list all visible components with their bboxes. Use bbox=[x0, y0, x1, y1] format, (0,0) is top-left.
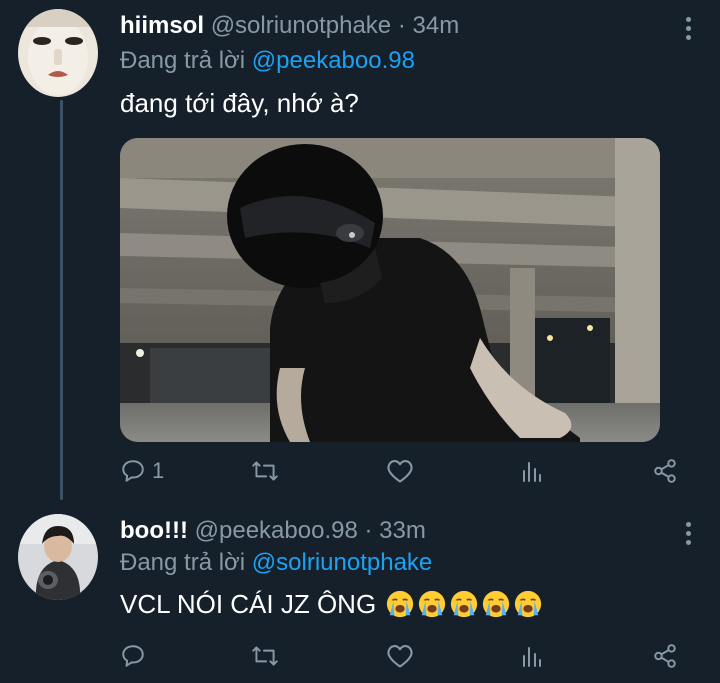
loudly-crying-face-icon bbox=[451, 590, 478, 618]
heart-icon bbox=[387, 460, 413, 483]
like-button[interactable] bbox=[386, 451, 414, 491]
reply-icon bbox=[122, 460, 144, 482]
loudly-crying-face-icon bbox=[483, 590, 510, 618]
tweet-2[interactable]: boo!!! @peekaboo.98 · 33m Đang trả lời @… bbox=[0, 505, 720, 683]
tweet-actions bbox=[120, 636, 680, 676]
replying-to-label: Đang trả lời bbox=[120, 47, 246, 74]
tweet-media-photo[interactable] bbox=[120, 138, 660, 442]
emoji-row bbox=[383, 589, 543, 619]
user-handle[interactable]: @peekaboo.98 bbox=[195, 517, 358, 544]
tweet-actions: 1 bbox=[120, 451, 680, 491]
share-icon bbox=[654, 459, 676, 483]
loudly-crying-face-icon bbox=[387, 590, 414, 618]
more-options-icon[interactable] bbox=[686, 522, 692, 549]
timestamp[interactable]: 34m bbox=[413, 12, 460, 39]
reply-mention-link[interactable]: @peekaboo.98 bbox=[252, 47, 415, 74]
loudly-crying-face-icon bbox=[515, 590, 542, 618]
tweet-header: boo!!! @peekaboo.98 · 33m bbox=[120, 517, 426, 545]
share-button[interactable] bbox=[652, 636, 678, 676]
share-icon bbox=[654, 644, 676, 668]
analytics-button[interactable] bbox=[520, 451, 544, 491]
reply-mention-link[interactable]: @solriunotphake bbox=[252, 549, 432, 576]
tweet-1[interactable]: hiimsol @solriunotphake · 34m Đang trả l… bbox=[0, 0, 720, 505]
user-handle[interactable]: @solriunotphake bbox=[211, 12, 391, 39]
replying-to-label: Đang trả lời bbox=[120, 549, 246, 576]
display-name[interactable]: boo!!! bbox=[120, 517, 188, 544]
analytics-icon bbox=[523, 462, 541, 482]
retweet-icon bbox=[252, 461, 278, 481]
thread-line bbox=[60, 100, 63, 500]
reply-count: 1 bbox=[152, 458, 165, 483]
display-name[interactable]: hiimsol bbox=[120, 12, 204, 39]
tweet-text: VCL NÓI CÁI JZ ÔNG bbox=[120, 589, 377, 619]
timestamp[interactable]: 33m bbox=[379, 517, 426, 544]
analytics-button[interactable] bbox=[520, 636, 544, 676]
retweet-icon bbox=[252, 646, 278, 666]
separator: · bbox=[397, 12, 406, 39]
analytics-icon bbox=[523, 647, 541, 667]
replying-to: Đang trả lời @peekaboo.98 bbox=[120, 47, 415, 75]
heart-icon bbox=[387, 645, 413, 668]
tweet-text: đang tới đây, nhớ à? bbox=[120, 88, 359, 118]
reply-button[interactable] bbox=[120, 636, 146, 676]
tweet-text-line: VCL NÓI CÁI JZ ÔNG bbox=[120, 589, 543, 620]
retweet-button[interactable] bbox=[250, 451, 280, 491]
reply-button[interactable]: 1 bbox=[120, 451, 164, 491]
reply-icon bbox=[122, 645, 144, 667]
avatar-hiimsol[interactable] bbox=[18, 9, 98, 97]
more-options-icon[interactable] bbox=[686, 17, 692, 44]
tweet-header: hiimsol @solriunotphake · 34m bbox=[120, 12, 459, 40]
loudly-crying-face-icon bbox=[419, 590, 446, 618]
retweet-button[interactable] bbox=[250, 636, 280, 676]
replying-to: Đang trả lời @solriunotphake bbox=[120, 549, 432, 577]
separator: · bbox=[364, 517, 373, 544]
share-button[interactable] bbox=[652, 451, 678, 491]
avatar-boo[interactable] bbox=[18, 514, 98, 600]
like-button[interactable] bbox=[386, 636, 414, 676]
